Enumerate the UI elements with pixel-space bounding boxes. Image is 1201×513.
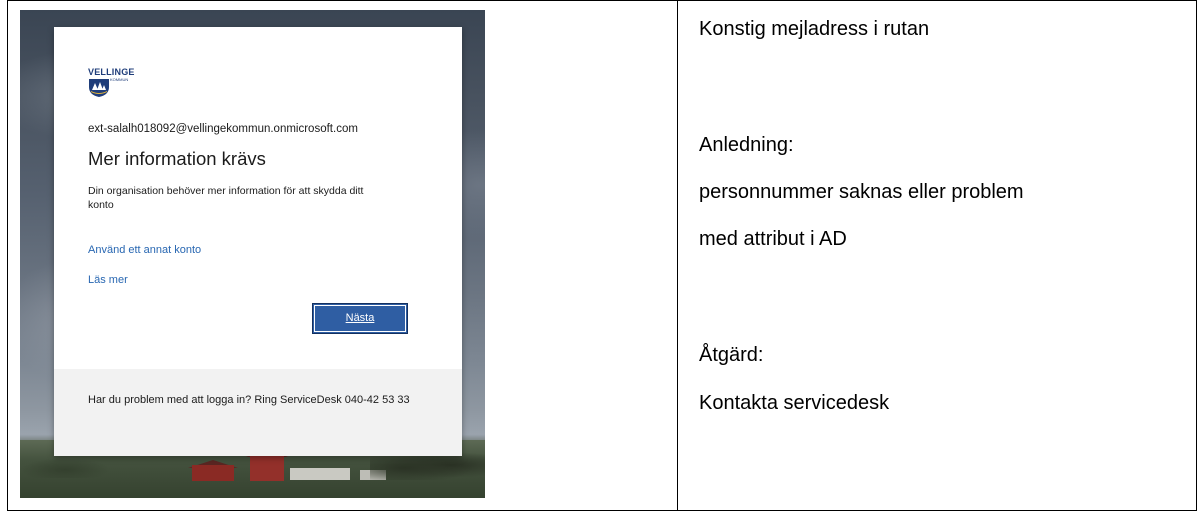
note-issue: Konstig mejladress i rutan: [699, 18, 930, 40]
help-footer: Har du problem med att logga in? Ring Se…: [54, 369, 462, 456]
help-text: Har du problem med att logga in? Ring Se…: [88, 394, 410, 406]
info-description: Din organisation behöver mer information…: [88, 185, 364, 211]
vellinge-logo: VELLINGE KOMMUN: [88, 67, 148, 101]
background-trees: [20, 458, 110, 478]
note-reason-line2: med attribut i AD: [699, 228, 847, 250]
account-email: ext-salalh018092@vellingekommun.onmicros…: [88, 123, 358, 135]
red-barn: [192, 465, 234, 481]
coat-of-arms-icon: [89, 79, 109, 97]
note-action-text: Kontakta servicedesk: [699, 392, 890, 414]
note-action-label: Åtgärd:: [699, 344, 764, 366]
page-title: Mer information krävs: [88, 148, 266, 169]
read-more-link[interactable]: Läs mer: [88, 274, 128, 286]
next-button[interactable]: Nästa: [312, 303, 408, 334]
note-reason-label: Anledning:: [699, 134, 794, 156]
table-column-divider: [677, 0, 678, 511]
logo-wordmark: VELLINGE: [88, 67, 135, 77]
red-barn: [250, 455, 284, 481]
login-screenshot: VELLINGE KOMMUN ext-salalh018092@velling…: [20, 10, 485, 498]
white-building: [290, 468, 350, 480]
sign-in-card: VELLINGE KOMMUN ext-salalh018092@velling…: [54, 27, 462, 456]
note-reason-line1: personnummer saknas eller problem: [699, 181, 1024, 203]
use-other-account-link[interactable]: Använd ett annat konto: [88, 244, 201, 256]
logo-subtitle: KOMMUN: [110, 77, 129, 82]
